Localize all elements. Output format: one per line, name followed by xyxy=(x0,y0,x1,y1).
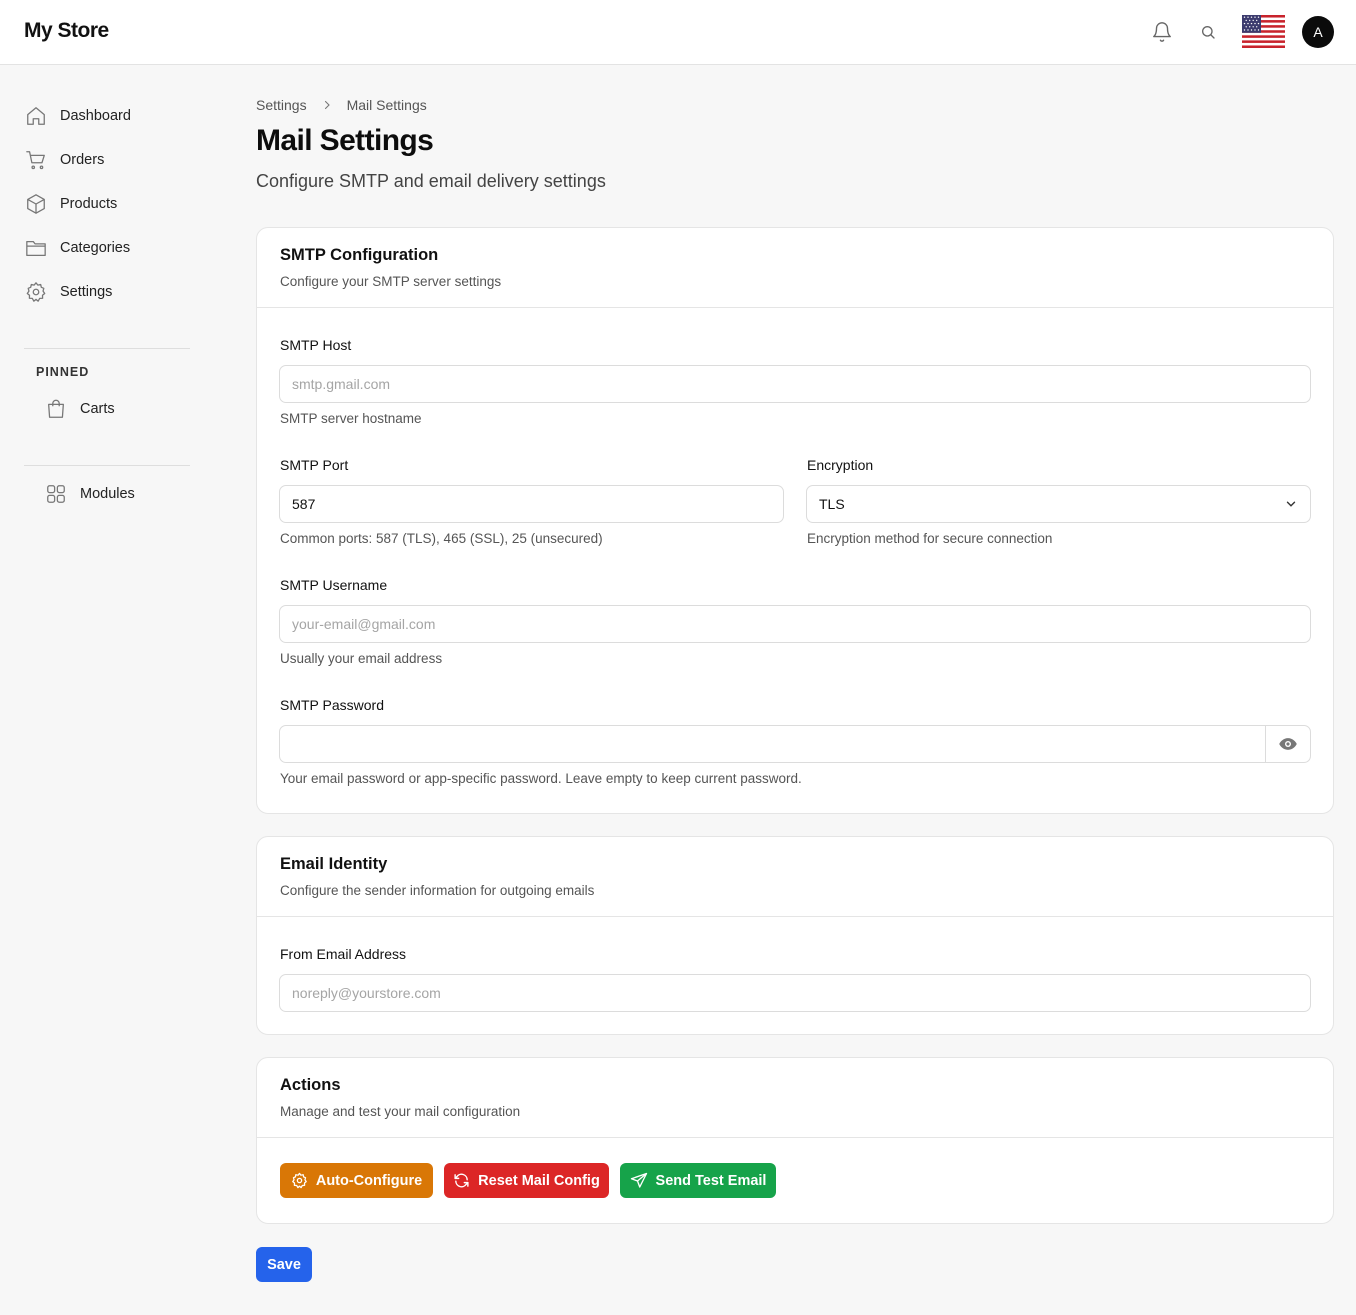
search-icon[interactable] xyxy=(1196,20,1220,44)
smtp-port-input[interactable] xyxy=(279,485,784,523)
page-title: Mail Settings xyxy=(256,124,434,157)
smtp-password-help: Your email password or app-specific pass… xyxy=(280,771,802,786)
save-button[interactable]: Save xyxy=(256,1247,312,1282)
sidebar-item-orders[interactable]: Orders xyxy=(24,146,194,174)
sidebar: Dashboard Orders Products Categories Set… xyxy=(0,65,214,1315)
reset-mail-config-label: Reset Mail Config xyxy=(478,1172,600,1189)
card-title: Email Identity xyxy=(280,855,388,873)
auto-configure-button[interactable]: Auto-Configure xyxy=(280,1163,433,1198)
auto-configure-label: Auto-Configure xyxy=(315,1172,423,1189)
actions-card: Actions Manage and test your mail config… xyxy=(256,1057,1334,1224)
breadcrumb-settings-link[interactable]: Settings xyxy=(256,97,307,113)
encryption-selected-value: TLS xyxy=(819,496,845,512)
box-icon xyxy=(24,192,48,216)
sidebar-item-carts[interactable]: Carts xyxy=(44,395,194,423)
chevron-down-icon xyxy=(1284,497,1298,514)
card-header: Email Identity Configure the sender info… xyxy=(257,837,1333,917)
cart-icon xyxy=(24,148,48,172)
email-identity-card: Email Identity Configure the sender info… xyxy=(256,836,1334,1035)
smtp-password-input[interactable] xyxy=(280,726,1265,762)
encryption-help: Encryption method for secure connection xyxy=(807,531,1053,546)
brand-logo[interactable]: My Store xyxy=(24,19,109,43)
from-email-label: From Email Address xyxy=(280,946,407,962)
encryption-label: Encryption xyxy=(807,457,874,473)
sidebar-item-label: Settings xyxy=(60,284,113,300)
encryption-select[interactable]: TLS xyxy=(806,485,1311,523)
from-email-input[interactable] xyxy=(279,974,1311,1012)
breadcrumb: Settings Mail Settings xyxy=(256,97,427,113)
card-description: Configure your SMTP server settings xyxy=(280,274,502,289)
gear-icon xyxy=(291,1172,308,1189)
sidebar-item-modules[interactable]: Modules xyxy=(44,480,194,508)
smtp-port-label: SMTP Port xyxy=(280,457,349,473)
smtp-password-field xyxy=(279,725,1311,763)
smtp-username-input[interactable] xyxy=(279,605,1311,643)
sidebar-divider xyxy=(24,465,190,466)
card-description: Configure the sender information for out… xyxy=(280,883,595,898)
card-header: Actions Manage and test your mail config… xyxy=(257,1058,1333,1138)
card-title: Actions xyxy=(280,1076,341,1094)
eye-icon[interactable] xyxy=(1265,726,1310,762)
send-test-email-label: Send Test Email xyxy=(655,1172,767,1189)
smtp-port-help: Common ports: 587 (TLS), 465 (SSL), 25 (… xyxy=(280,531,603,546)
card-title: SMTP Configuration xyxy=(280,246,439,264)
home-icon xyxy=(24,104,48,128)
gear-icon xyxy=(24,280,48,304)
send-icon xyxy=(630,1172,648,1190)
bell-icon[interactable] xyxy=(1150,20,1174,44)
smtp-host-label: SMTP Host xyxy=(280,337,352,353)
sidebar-item-label: Dashboard xyxy=(60,108,131,124)
smtp-host-help: SMTP server hostname xyxy=(280,411,422,426)
folder-icon xyxy=(24,236,48,260)
smtp-username-help: Usually your email address xyxy=(280,651,443,666)
send-test-email-button[interactable]: Send Test Email xyxy=(620,1163,776,1198)
refresh-icon xyxy=(453,1172,470,1189)
card-header: SMTP Configuration Configure your SMTP s… xyxy=(257,228,1333,308)
smtp-password-label: SMTP Password xyxy=(280,697,384,713)
sidebar-item-label: Carts xyxy=(80,401,115,417)
smtp-host-input[interactable] xyxy=(279,365,1311,403)
sidebar-item-dashboard[interactable]: Dashboard xyxy=(24,102,194,130)
breadcrumb-current: Mail Settings xyxy=(346,97,427,113)
chevron-right-icon xyxy=(321,99,333,111)
page-subtitle: Configure SMTP and email delivery settin… xyxy=(256,171,606,191)
sidebar-item-settings[interactable]: Settings xyxy=(24,278,194,306)
us-flag-icon[interactable] xyxy=(1242,15,1285,48)
avatar[interactable]: A xyxy=(1302,16,1334,48)
reset-mail-config-button[interactable]: Reset Mail Config xyxy=(444,1163,609,1198)
top-bar: My Store A xyxy=(0,0,1356,65)
sidebar-item-categories[interactable]: Categories xyxy=(24,234,194,262)
sidebar-divider xyxy=(24,348,190,349)
pinned-section-title: PINNED xyxy=(36,365,90,379)
smtp-configuration-card: SMTP Configuration Configure your SMTP s… xyxy=(256,227,1334,814)
smtp-username-label: SMTP Username xyxy=(280,577,388,593)
card-description: Manage and test your mail configuration xyxy=(280,1104,521,1119)
sidebar-item-label: Orders xyxy=(60,152,105,168)
sidebar-item-label: Modules xyxy=(80,486,135,502)
grid-icon xyxy=(44,482,68,506)
sidebar-item-label: Categories xyxy=(60,240,131,256)
sidebar-item-label: Products xyxy=(60,196,118,212)
sidebar-item-products[interactable]: Products xyxy=(24,190,194,218)
shopping-bag-icon xyxy=(44,397,68,421)
